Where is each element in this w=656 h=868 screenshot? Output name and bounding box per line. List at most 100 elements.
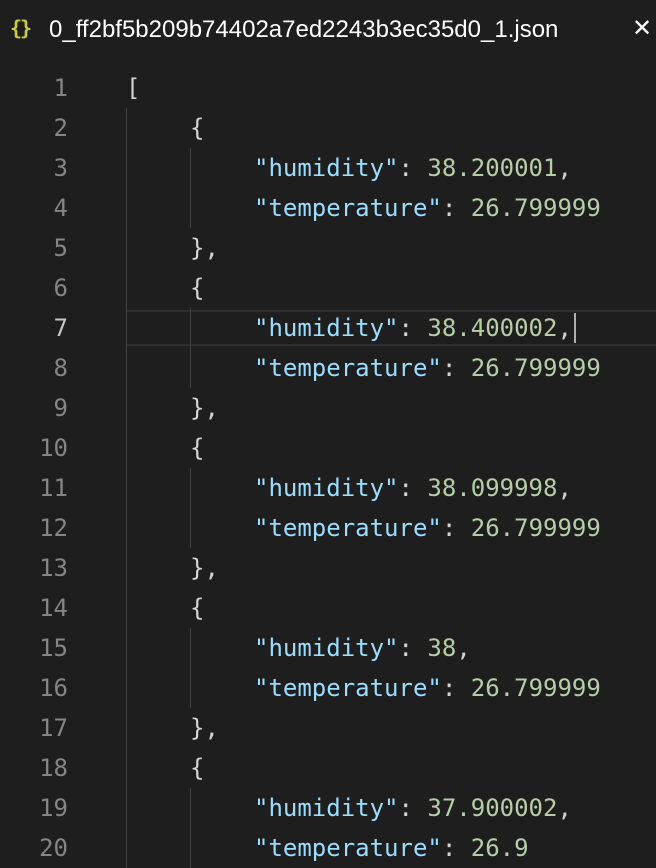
code-line[interactable]: 12 "temperature": 26.799999	[0, 508, 656, 548]
line-content: {	[190, 108, 204, 148]
json-key-quote: "	[384, 154, 399, 182]
code-line[interactable]: 13},	[0, 548, 656, 588]
line-number: 13	[39, 554, 68, 582]
json-key: "	[254, 154, 269, 182]
json-comma: ,	[557, 794, 572, 822]
code-line[interactable]: 16 "temperature": 26.799999	[0, 668, 656, 708]
code-line[interactable]: 14 {	[0, 588, 656, 628]
line-content: {	[190, 428, 204, 468]
indent-guide	[190, 468, 191, 508]
line-number: 11	[39, 474, 68, 502]
json-key-name: temperature	[268, 514, 428, 542]
line-number: 17	[39, 714, 68, 742]
json-bracket: },	[190, 234, 219, 262]
indent-guide	[190, 788, 191, 828]
json-bracket: {	[190, 114, 205, 142]
line-number: 10	[39, 434, 68, 462]
indent-guide	[190, 188, 191, 228]
line-number: 9	[53, 394, 68, 422]
line-number: 6	[53, 274, 68, 302]
code-line[interactable]: 5},	[0, 228, 656, 268]
json-key-name: temperature	[268, 354, 428, 382]
json-value: 38	[427, 634, 457, 662]
json-bracket: [	[126, 74, 141, 102]
json-colon: :	[441, 194, 471, 222]
json-colon: :	[398, 474, 428, 502]
line-content: {	[190, 588, 204, 628]
line-number: 14	[39, 594, 68, 622]
line-number: 8	[53, 354, 68, 382]
json-value: 38.200001	[427, 154, 558, 182]
json-key: "	[254, 634, 269, 662]
line-content: },	[190, 228, 219, 268]
code-line[interactable]: 18 {	[0, 748, 656, 788]
json-key: "	[254, 314, 269, 342]
json-colon: :	[398, 634, 428, 662]
code-line[interactable]: 1[	[0, 68, 656, 108]
line-number: 3	[53, 154, 68, 182]
code-line[interactable]: 4 "temperature": 26.799999	[0, 188, 656, 228]
code-line[interactable]: 6{	[0, 268, 656, 308]
indent-guide	[190, 148, 191, 188]
code-line[interactable]: 11 "humidity": 38.099998,	[0, 468, 656, 508]
line-content: },	[190, 388, 219, 428]
line-content: "temperature": 26.799999	[254, 348, 601, 388]
json-key-name: humidity	[268, 794, 385, 822]
json-value: 26.799999	[470, 194, 601, 222]
json-value: 38.099998	[427, 474, 558, 502]
json-value: 26.799999	[470, 674, 601, 702]
code-line[interactable]: 20 "temperature": 26.9	[0, 828, 656, 868]
json-key-quote: "	[427, 514, 442, 542]
code-editor[interactable]: 1[2{3 "humidity": 38.200001, 4 "temperature…	[0, 64, 656, 868]
line-content: {	[190, 748, 204, 788]
json-key-quote: "	[427, 834, 442, 862]
json-colon: :	[441, 354, 471, 382]
line-content: "temperature": 26.799999	[254, 508, 601, 548]
tab-json-file[interactable]: {} 0_ff2bf5b209b74402a7ed2243b3ec35d0_1.…	[0, 0, 656, 64]
json-comma: ,	[557, 154, 572, 182]
code-line[interactable]: 17},	[0, 708, 656, 748]
json-key: "	[254, 834, 269, 862]
json-comma: ,	[456, 634, 471, 662]
json-bracket: {	[190, 274, 205, 302]
json-key-name: temperature	[268, 674, 428, 702]
code-line[interactable]: 9},	[0, 388, 656, 428]
json-value: 26.799999	[470, 514, 601, 542]
json-key: "	[254, 514, 269, 542]
code-line[interactable]: 7 "humidity": 38.400002,	[0, 308, 656, 348]
json-key-name: humidity	[268, 314, 385, 342]
json-key: "	[254, 794, 269, 822]
code-line[interactable]: 15 "humidity": 38,	[0, 628, 656, 668]
json-key-quote: "	[384, 794, 399, 822]
line-content: {	[190, 268, 204, 308]
line-content: "temperature": 26.799999	[254, 188, 601, 228]
code-line[interactable]: 2{	[0, 108, 656, 148]
tab-title: 0_ff2bf5b209b74402a7ed2243b3ec35d0_1.jso…	[49, 16, 559, 43]
close-icon[interactable]: ✕	[632, 14, 652, 42]
line-number: 16	[39, 674, 68, 702]
json-key-name: temperature	[268, 834, 428, 862]
json-value: 26.9	[470, 834, 529, 862]
code-line[interactable]: 19 "humidity": 37.900002,	[0, 788, 656, 828]
line-content: "humidity": 38.200001,	[254, 148, 572, 188]
line-number: 5	[53, 234, 68, 262]
json-bracket: },	[190, 394, 219, 422]
code-line[interactable]: 10 {	[0, 428, 656, 468]
text-cursor	[573, 313, 576, 343]
json-key-quote: "	[384, 314, 399, 342]
json-bracket: },	[190, 554, 219, 582]
json-value: 37.900002	[427, 794, 558, 822]
json-key-quote: "	[384, 634, 399, 662]
json-bracket: {	[190, 594, 205, 622]
json-key-name: temperature	[268, 194, 428, 222]
line-content: "humidity": 38,	[254, 628, 471, 668]
json-key-name: humidity	[268, 154, 385, 182]
line-content: "temperature": 26.9	[254, 828, 529, 868]
json-file-icon: {}	[10, 16, 32, 40]
json-key: "	[254, 474, 269, 502]
code-line[interactable]: 8 "temperature": 26.799999	[0, 348, 656, 388]
json-key-quote: "	[427, 354, 442, 382]
line-content: },	[190, 548, 219, 588]
code-line[interactable]: 3 "humidity": 38.200001,	[0, 148, 656, 188]
json-colon: :	[441, 674, 471, 702]
